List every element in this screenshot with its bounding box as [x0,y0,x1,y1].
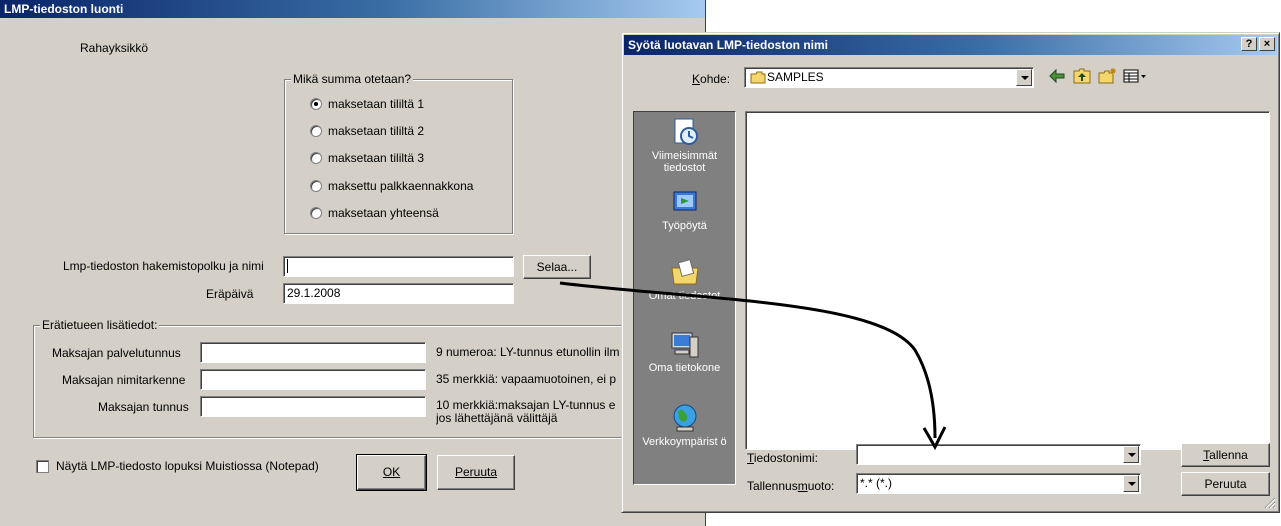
filename-combo[interactable] [856,444,1141,465]
help-button[interactable]: ? [1241,37,1257,51]
place-label: Viimeisimmät tiedostot [651,150,718,174]
file-list[interactable] [745,111,1270,450]
batch-group-legend: Erätietueen lisätiedot: [40,318,160,332]
radio-label: maksetaan tililtä 2 [328,124,425,138]
text-caret [287,259,292,273]
amount-option-3[interactable]: maksetaan tililtä 3 [310,150,424,166]
currency-label: Rahayksikkö [80,41,149,55]
save-button[interactable]: Tallenna [1181,443,1270,467]
amount-option-2[interactable]: maksetaan tililtä 2 [310,123,424,139]
place-my-documents[interactable]: Omat tiedostot [634,256,735,302]
name-spec-label: Maksajan nimitarkenne [62,373,186,387]
place-label: Oma tietokone [648,362,721,374]
name-spec-hint: 35 merkkiä: vapaamuotoinen, ei p [436,372,617,386]
payer-id-hint: 10 merkkiä:maksajan LY-tunnus e [436,398,616,412]
radio-button[interactable] [310,207,322,219]
location-combo[interactable]: SAMPLES [744,67,1034,88]
places-bar: Viimeisimmät tiedostot Työpöytä Omat tiedo… [633,111,736,485]
filetype-label: Tallennusmuoto: [747,479,835,493]
radio-button[interactable] [310,125,322,137]
up-folder-icon[interactable] [1072,67,1092,85]
due-date-label: Eräpäivä [206,287,254,301]
amount-group-legend: Mikä summa otetaan? [291,72,414,86]
radio-button[interactable] [310,98,322,110]
radio-label: maksetaan tililtä 1 [328,97,425,111]
filetype-combo[interactable]: *.* (*.) [856,473,1141,494]
filename-dropdown-arrow[interactable] [1123,446,1139,463]
radio-button[interactable] [310,152,322,164]
location-value: SAMPLES [767,70,824,84]
amount-option-1[interactable]: maksetaan tililtä 1 [310,96,424,112]
browse-button[interactable]: Selaa... [523,255,591,279]
path-input[interactable] [283,256,514,277]
notepad-checkbox[interactable] [36,460,49,473]
payer-id-hint-line2: jos lähettäjänä välittäjä [436,411,558,425]
radio-label: maksettu palkkaennakkona [328,179,474,193]
desktop-icon [634,186,735,218]
due-date-input[interactable]: 29.1.2008 [283,283,514,304]
place-label: Omat tiedostot [648,290,721,302]
save-dialog-titlebar: Syötä luotavan LMP-tiedoston nimi ? × [624,35,1277,55]
back-icon[interactable] [1047,67,1067,85]
cancel-button[interactable]: Peruuta [437,455,515,490]
radio-button[interactable] [310,180,322,192]
view-menu-icon[interactable] [1122,67,1148,85]
save-dialog-title: Syötä luotavan LMP-tiedoston nimi [628,38,829,52]
amount-option-4[interactable]: maksettu palkkaennakkona [310,178,473,194]
place-my-computer[interactable]: Oma tietokone [634,328,735,374]
service-id-input[interactable] [200,342,426,363]
new-folder-icon[interactable] [1097,67,1117,85]
place-label: Työpöytä [662,220,707,232]
cancel-button-label: Peruuta [454,465,498,479]
radio-label: maksetaan tililtä 3 [328,151,425,165]
ok-button-label: OK [382,465,401,479]
service-id-hint: 9 numeroa: LY-tunnus etunollin ilm [436,345,620,359]
payer-id-input[interactable] [200,396,426,417]
filename-label: Tiedostonimi: [747,451,818,465]
my-documents-icon [634,256,735,288]
place-network[interactable]: Verkkoympärist ö [634,402,735,448]
amount-option-5[interactable]: maksetaan yhteensä [310,205,439,221]
save-cancel-button[interactable]: Peruuta [1181,472,1270,496]
close-button[interactable]: × [1259,37,1275,51]
recent-documents-icon [634,116,735,148]
path-label: Lmp-tiedoston hakemistopolku ja nimi [63,259,264,273]
service-id-label: Maksajan palvelutunnus [52,346,181,360]
place-label: Verkkoympärist ö [642,436,727,448]
network-icon [634,402,735,434]
notepad-checkbox-label: Näytä LMP-tiedosto lopuksi Muistiossa (N… [56,459,319,473]
ok-button[interactable]: OK [356,454,427,491]
location-label: Kohde: [692,72,731,86]
folder-icon [750,71,766,84]
payer-id-label: Maksajan tunnus [98,400,189,414]
filetype-value: *.* (*.) [860,476,893,490]
place-desktop[interactable]: Työpöytä [634,186,735,232]
save-file-dialog: Syötä luotavan LMP-tiedoston nimi ? × Ko… [621,32,1280,513]
place-recent-documents[interactable]: Viimeisimmät tiedostot [634,116,735,174]
lmp-creation-dialog: LMP-tiedoston luonti Rahayksikkö Mikä su… [0,0,706,526]
location-dropdown-arrow[interactable] [1016,69,1032,86]
resize-grip-icon[interactable] [1264,497,1276,509]
name-spec-input[interactable] [200,369,426,390]
radio-label: maksetaan yhteensä [328,206,439,220]
main-dialog-title: LMP-tiedoston luonti [0,0,705,18]
filetype-dropdown-arrow[interactable] [1123,475,1139,492]
my-computer-icon [634,328,735,360]
